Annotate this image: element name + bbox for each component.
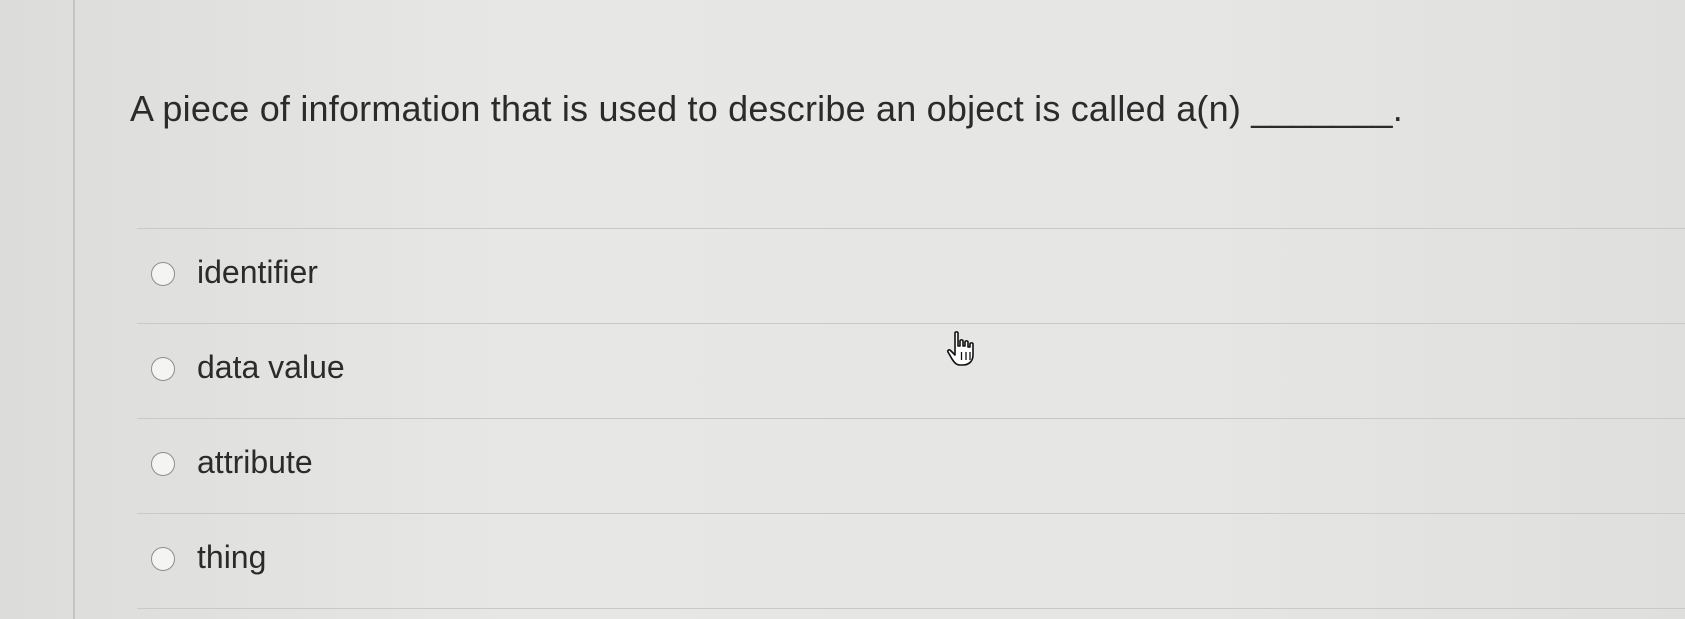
radio-button-identifier[interactable] <box>151 262 175 286</box>
answer-label: attribute <box>197 444 313 480</box>
radio-button-thing[interactable] <box>151 547 175 571</box>
answer-option-data-value[interactable]: data value <box>137 324 1685 419</box>
radio-button-data-value[interactable] <box>151 357 175 381</box>
answer-label: thing <box>197 539 267 575</box>
question-panel: A piece of information that is used to d… <box>75 0 1685 619</box>
answer-option-identifier[interactable]: identifier <box>137 229 1685 324</box>
answer-option-thing[interactable]: thing <box>137 514 1685 609</box>
quiz-screen: A piece of information that is used to d… <box>0 0 1685 619</box>
radio-button-attribute[interactable] <box>151 452 175 476</box>
answer-list: identifier data value attribute thing <box>137 228 1685 609</box>
answer-label: data value <box>197 349 345 385</box>
answer-option-attribute[interactable]: attribute <box>137 419 1685 514</box>
question-text: A piece of information that is used to d… <box>130 88 1403 129</box>
hand-pointer-icon <box>946 331 974 366</box>
answer-label: identifier <box>197 254 318 290</box>
